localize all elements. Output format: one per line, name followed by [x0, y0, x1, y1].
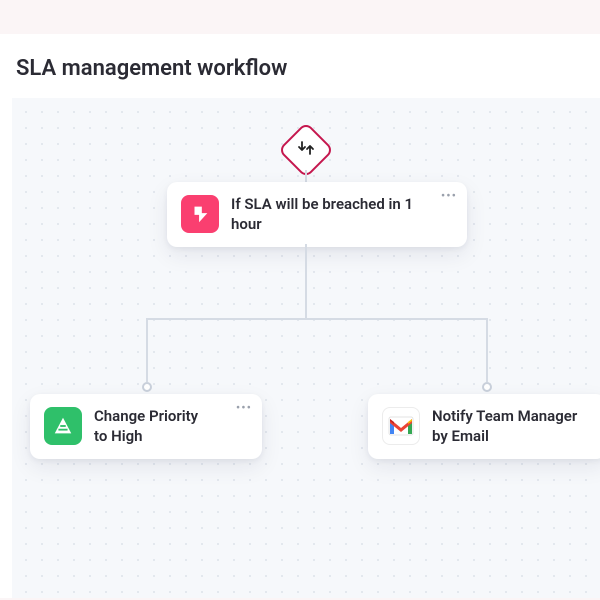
connector-line	[146, 318, 487, 320]
workflow-panel: SLA management workflow If SLA will be b…	[0, 34, 600, 598]
connector-port	[482, 382, 492, 392]
action-label-line2: to High	[94, 427, 143, 445]
action-label-line1: Change Priority	[94, 407, 198, 425]
connector-line	[486, 318, 488, 382]
action-label: Notify Team Manager by Email	[432, 406, 577, 447]
connector-line	[305, 170, 307, 182]
action-node-change-priority[interactable]: Change Priority to High •••	[30, 394, 262, 459]
sla-icon	[181, 195, 219, 233]
gmail-icon	[382, 407, 420, 445]
workflow-title: SLA management workflow	[16, 56, 287, 81]
condition-label: If SLA will be breached in 1 hour	[231, 194, 437, 235]
action-label: Change Priority to High	[94, 406, 198, 447]
condition-decision-node[interactable]	[286, 130, 326, 170]
action-node-notify-email[interactable]: Notify Team Manager by Email	[368, 394, 600, 459]
node-menu-button[interactable]: •••	[441, 190, 457, 203]
action-label-line2: by Email	[432, 427, 489, 445]
condition-node[interactable]: If SLA will be breached in 1 hour •••	[167, 182, 467, 247]
workflow-canvas[interactable]: If SLA will be breached in 1 hour •••	[12, 98, 600, 598]
node-menu-button[interactable]: •••	[236, 402, 252, 415]
branching-arrows-icon	[297, 140, 315, 160]
connector-line	[146, 318, 148, 382]
connector-port	[142, 382, 152, 392]
connector-line	[305, 244, 307, 318]
action-label-line1: Notify Team Manager	[432, 407, 577, 425]
priority-icon	[44, 407, 82, 445]
